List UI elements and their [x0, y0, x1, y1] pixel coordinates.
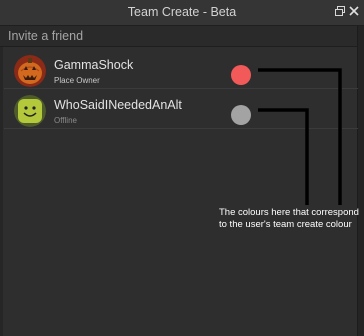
invite-friend-input[interactable] — [8, 28, 348, 44]
annotation-note: The colours here that correspond to the … — [219, 207, 359, 230]
team-create-panel: Team Create - Beta Invite a friend Gamma… — [0, 0, 364, 336]
team-color-indicator — [231, 105, 251, 125]
undock-icon[interactable] — [333, 4, 347, 20]
scrollbar[interactable] — [357, 26, 364, 336]
user-role: Place Owner — [54, 76, 100, 85]
title-bar: Team Create - Beta — [0, 0, 364, 26]
window-title: Team Create - Beta — [127, 5, 237, 19]
user-row-gammashock[interactable]: GammaShock Place Owner — [4, 50, 358, 89]
close-icon[interactable] — [347, 4, 361, 20]
user-row-whosaidineededanalt[interactable]: WhoSaidINeededAnAlt Offline — [4, 90, 358, 129]
user-name: WhoSaidINeededAnAlt — [54, 98, 182, 112]
user-status: Offline — [54, 116, 77, 125]
left-border — [0, 47, 3, 336]
invite-bar — [0, 26, 358, 47]
smiley-avatar-icon — [14, 95, 46, 127]
user-name: GammaShock — [54, 58, 134, 72]
team-color-indicator — [231, 65, 251, 85]
pumpkin-avatar-icon — [14, 55, 46, 87]
